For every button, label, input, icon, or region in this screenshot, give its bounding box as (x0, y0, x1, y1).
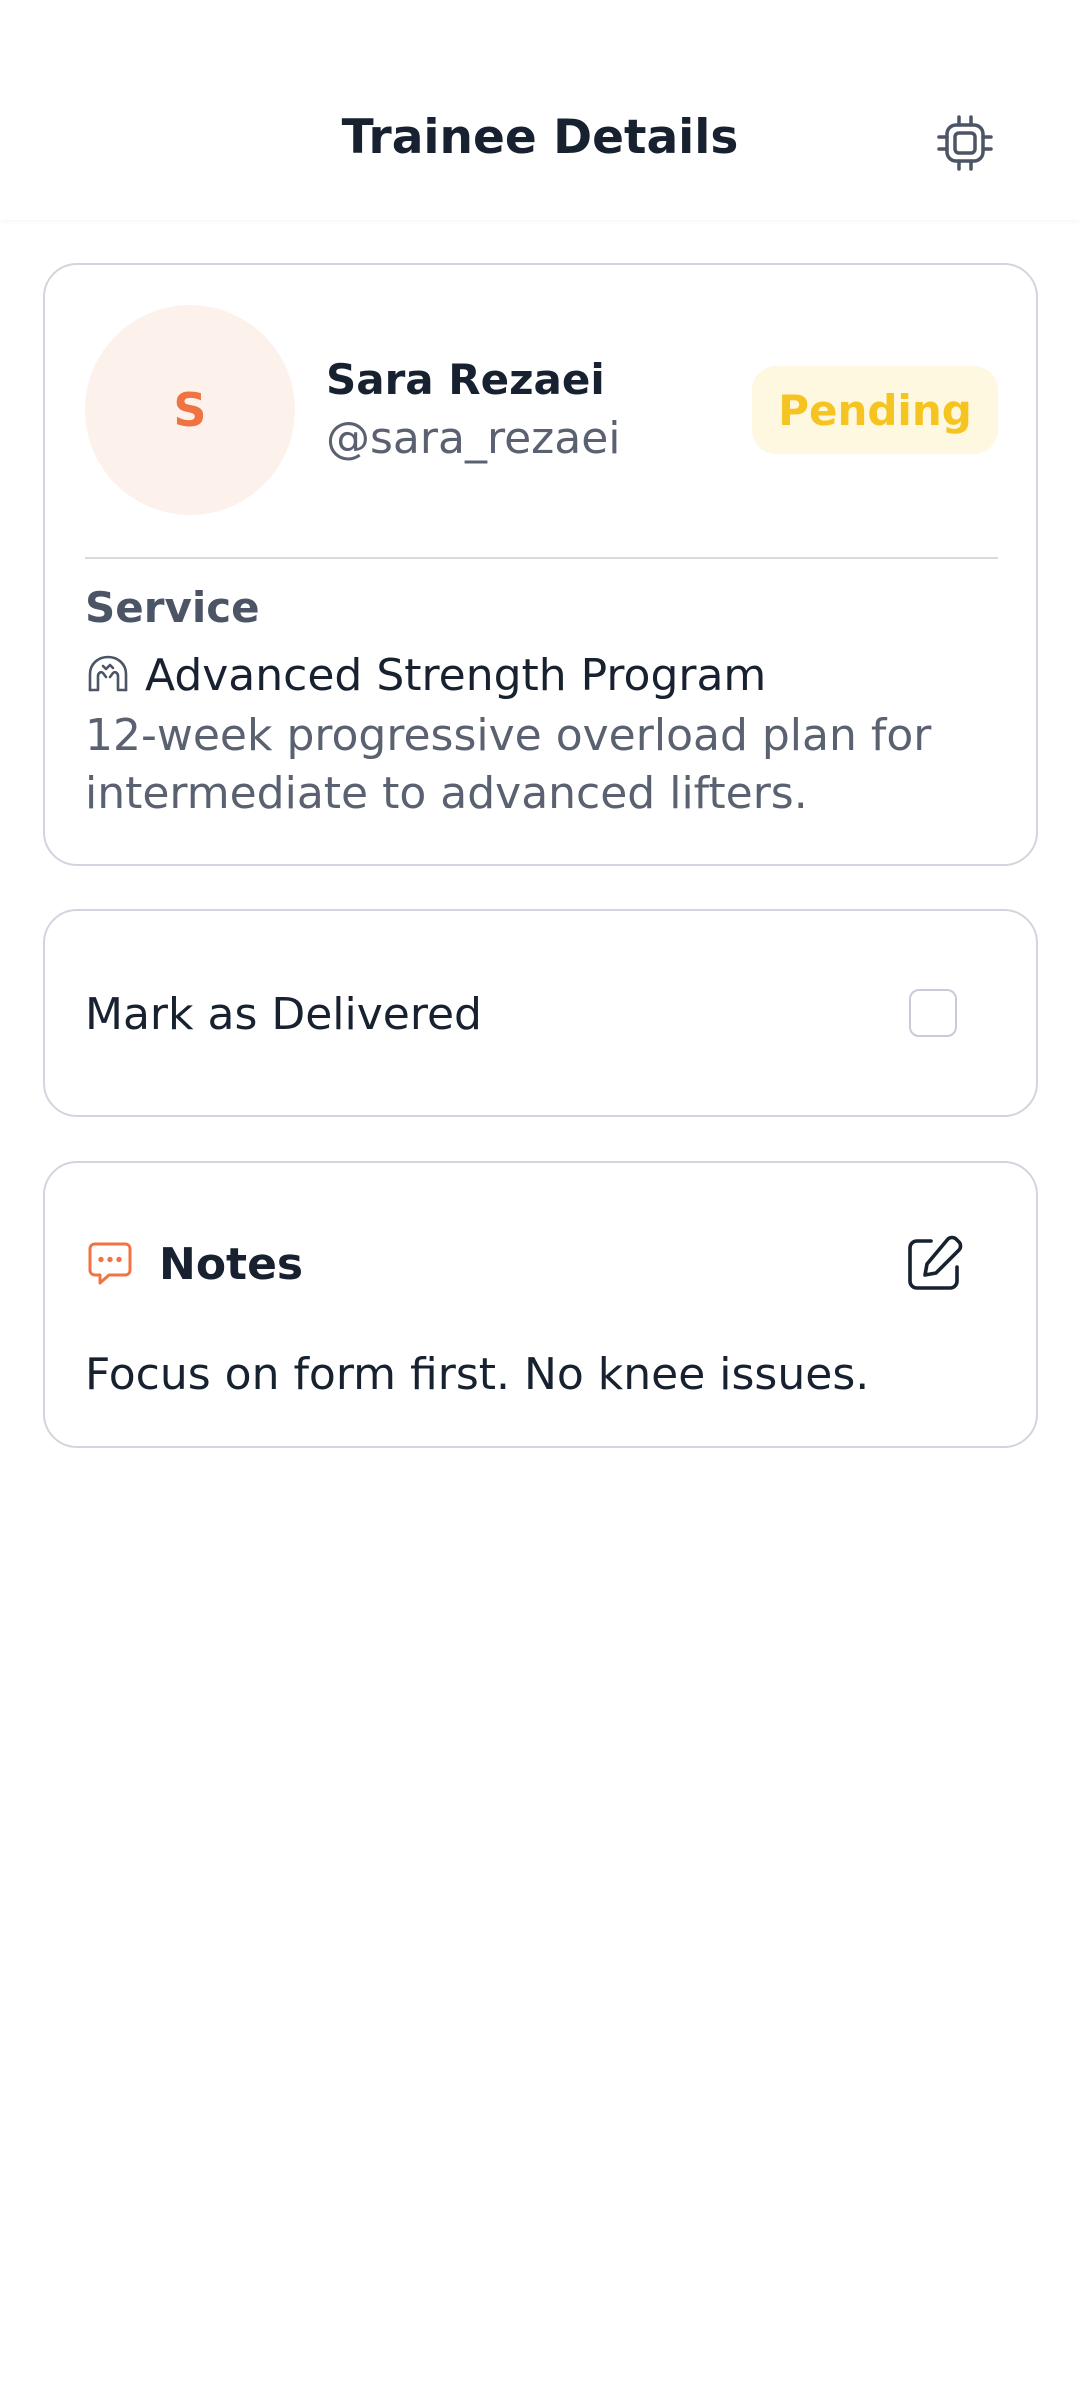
chip-icon (937, 115, 993, 171)
service-name: Advanced Strength Program (145, 649, 767, 701)
chip-button[interactable] (930, 108, 1000, 178)
page-title: Trainee Details (341, 110, 739, 165)
muscle-icon (88, 655, 128, 692)
chat-bubble-icon (88, 1242, 132, 1285)
mark-delivered-checkbox[interactable] (909, 989, 957, 1037)
edit-notes-button[interactable] (901, 1231, 967, 1297)
edit-icon (908, 1235, 963, 1290)
trainee-name: Sara Rezaei (326, 355, 605, 404)
trainee-card: S Sara Rezaei @sara_rezaei Pending Servi… (43, 263, 1038, 866)
notes-header: Notes (85, 1231, 303, 1297)
mark-delivered-label: Mark as Delivered (85, 989, 482, 1040)
service-description: 12-week progressive overload plan for in… (85, 710, 932, 819)
service-label: Service (85, 583, 260, 632)
notes-text: Focus on form first. No knee issues. (85, 1349, 870, 1400)
divider (85, 557, 998, 559)
notes-card: Notes Focus on form first. No knee issue… (43, 1161, 1038, 1448)
avatar: S (85, 305, 295, 515)
trainee-handle: @sara_rezaei (326, 413, 621, 464)
status-badge: Pending (752, 366, 998, 454)
service-row: Advanced Strength Program (85, 645, 766, 705)
app-header: Trainee Details (0, 0, 1080, 220)
delivery-card[interactable]: Mark as Delivered (43, 909, 1038, 1117)
notes-title: Notes (159, 1238, 304, 1290)
